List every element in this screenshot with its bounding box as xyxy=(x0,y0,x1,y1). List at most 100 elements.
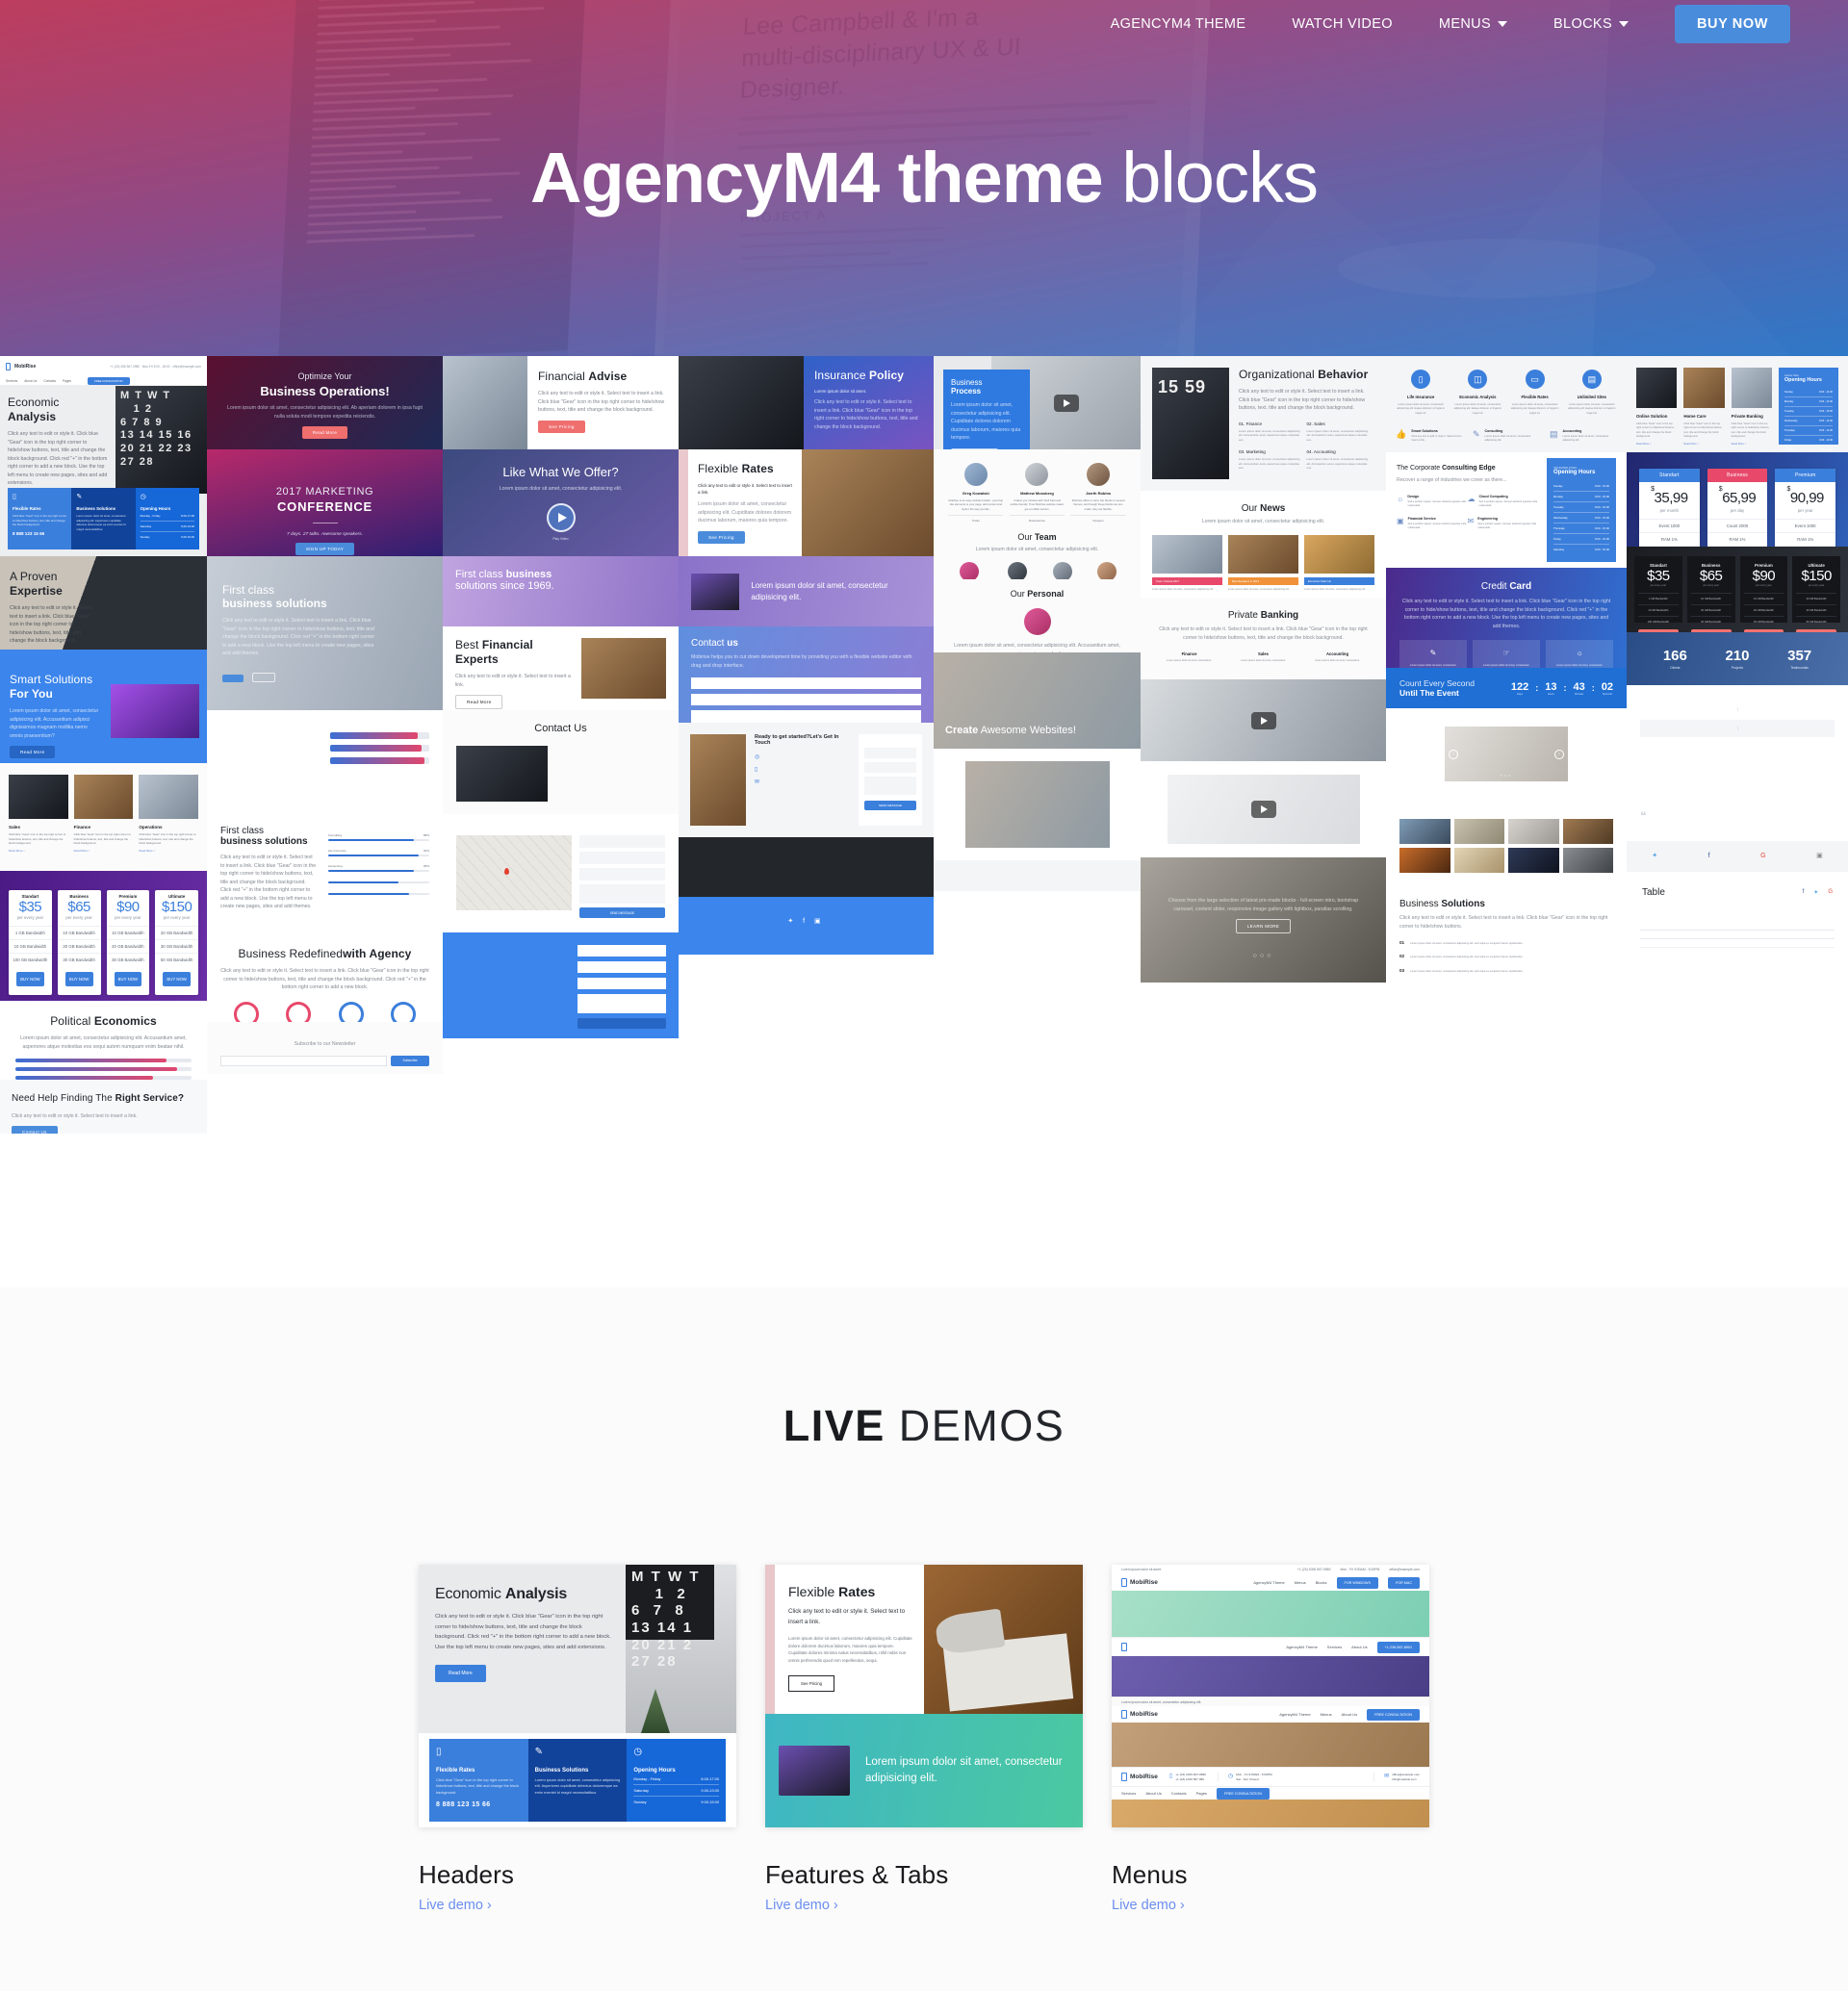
phone-input[interactable] xyxy=(579,852,665,864)
mosaic-tile-quote[interactable]: ❝ xyxy=(1627,801,1848,841)
mosaic-tile-credit-card[interactable]: Credit Card Click any text to edit or st… xyxy=(1386,568,1627,668)
google-icon[interactable]: G xyxy=(1828,889,1833,896)
name-input[interactable] xyxy=(864,748,916,758)
tile-button[interactable]: Read More xyxy=(301,426,348,440)
mosaic-tile-footer-blue[interactable]: ✦ f ▣ xyxy=(679,897,934,955)
service-card[interactable]: Online Solution Click blue "Gear" icon in… xyxy=(1636,368,1678,446)
feature-block-business-solutions[interactable]: ✎ Business Solutions Lorem ipsum dolor s… xyxy=(527,1739,628,1822)
mosaic-tile-organizational-behavior[interactable]: 15 59 Organizational Behavior Click any … xyxy=(1141,356,1386,491)
facebook-icon[interactable]: f xyxy=(1803,889,1805,896)
mosaic-tile-smart-solutions[interactable]: Smart Solutions For You Lorem ipsum dolor… xyxy=(0,650,207,763)
brand-logo[interactable]: MobiRise xyxy=(1121,1710,1158,1719)
message-input[interactable] xyxy=(579,884,665,904)
mosaic-tile-office-video[interactable] xyxy=(1141,679,1386,761)
mosaic-tile-four-icon-features[interactable]: ▯ Life Insurance Lorem ipsum dolor sit ame… xyxy=(1386,356,1627,452)
demo-card-live-demo-link[interactable]: Live demo › xyxy=(1112,1898,1185,1913)
table-header[interactable] xyxy=(1689,931,1738,939)
mosaic-tile-private-banking[interactable]: Private Banking Click any text to edit o… xyxy=(1141,599,1386,679)
email-input[interactable] xyxy=(578,961,666,973)
nav-item-agencym4-theme[interactable]: AGENCYM4 THEME xyxy=(1111,16,1246,32)
mosaic-tile-our-personal[interactable]: Our Personal Lorem ipsum dolor sit amet,… xyxy=(934,579,1141,652)
mosaic-tile-fullscreen-slider[interactable]: Choose from the large selection of lates… xyxy=(1141,857,1386,983)
mosaic-tile-first-class-solutions[interactable] xyxy=(207,710,443,812)
menu-variant-2[interactable]: AgencyM4 Theme Services About Us +1-236-… xyxy=(1112,1637,1429,1697)
mosaic-tile-countdown[interactable]: Count Every Second Until The Event 122 Da… xyxy=(1386,668,1627,708)
mosaic-tile-smart-solutions-form[interactable]: Contact us Mobirise helps you to cut dow… xyxy=(679,626,934,723)
mosaic-tile-marketing-conference[interactable]: 2017 MARKETING CONFERENCE 7 days. 27 tal… xyxy=(207,449,443,556)
menu-link[interactable]: AgencyM4 Theme xyxy=(1286,1645,1317,1649)
news-card[interactable]: Best Speakers in 2012 Lorem ipsum dolor s… xyxy=(1228,534,1298,592)
mosaic-tile-tabs-and-media[interactable]: Contact Us xyxy=(443,710,679,814)
email-input[interactable] xyxy=(220,1055,387,1066)
menu-variant-4[interactable]: MobiRise ▯ +1 (23) 1006-507-0890 +1 (23) 1… xyxy=(1112,1767,1429,1827)
tile-button[interactable]: Read More xyxy=(455,695,503,710)
mosaic-tile-table[interactable] xyxy=(1627,912,1848,997)
thumb-see-pricing-button[interactable]: See Pricing xyxy=(788,1674,834,1692)
mosaic-tile-business-solutions-numbered[interactable] xyxy=(1627,685,1848,801)
dark-plan[interactable]: Ultimate $150 per every year 20 GB Bandwidt… xyxy=(1792,556,1840,632)
for-mac-button[interactable]: FOR MAC xyxy=(1387,1576,1420,1589)
slider-prev-icon[interactable]: ‹ xyxy=(1449,749,1458,759)
card-link[interactable]: Read More > xyxy=(9,849,68,853)
mosaic-tile-create-awesome-1[interactable]: Create Awesome Websites! xyxy=(934,652,1141,749)
gallery-item[interactable] xyxy=(1562,819,1613,844)
free-consultation-button[interactable]: FREE CONSULTATION xyxy=(1216,1787,1270,1800)
mosaic-tile-footer-mobirise[interactable] xyxy=(934,860,1141,891)
menu-link[interactable]: Menus xyxy=(1321,1712,1332,1717)
mosaic-tile-pricing-3col[interactable]: Standart $35,99 per month Event 1000 RAM… xyxy=(1627,452,1848,547)
name-input[interactable] xyxy=(691,677,921,690)
demo-thumbnail-headers[interactable]: Economic Analysis Click any text to edit… xyxy=(419,1565,736,1827)
social-item-instagram[interactable]: ▣ xyxy=(1816,852,1823,861)
mosaic-tile-business-redefined-bars[interactable]: First class business solutions Click any… xyxy=(207,812,443,935)
mosaic-nav-link[interactable]: Contacts xyxy=(43,379,56,383)
menu-link[interactable]: Services xyxy=(1327,1645,1342,1649)
feature-block-opening-hours[interactable]: ◷ Opening Hours Monday - Friday 8.00-17.0… xyxy=(627,1739,727,1822)
free-consultation-button[interactable]: FREE CONSULTATION xyxy=(1367,1708,1420,1721)
send-message-button[interactable]: SEND MESSAGE xyxy=(579,907,665,918)
mosaic-tile-economic-analysis[interactable]: MobiRise +1 (23) 456 567-0980 Mon-Fri 9:… xyxy=(0,356,207,556)
service-card[interactable]: Home Care Click blue "Gear" icon in the t… xyxy=(1683,368,1725,446)
menu-link[interactable]: Contacts xyxy=(1171,1791,1187,1796)
card-link[interactable]: Read More > xyxy=(139,849,198,853)
buy-now-button[interactable]: BUY NOW xyxy=(1674,4,1790,43)
message-input[interactable] xyxy=(864,777,916,795)
plan-button[interactable]: BUY NOW xyxy=(64,972,93,986)
mosaic-tile-business-redefined[interactable]: First class business solutions Click any… xyxy=(207,556,443,710)
play-button[interactable] xyxy=(1250,711,1276,729)
news-card[interactable]: Team Outlook 2017 Lorem ipsum dolor sit a… xyxy=(1152,534,1222,592)
name-input[interactable] xyxy=(578,945,666,957)
mosaic-nav-link[interactable]: Services xyxy=(6,379,17,383)
tile-button-primary[interactable] xyxy=(222,674,244,682)
gallery-item[interactable] xyxy=(1508,848,1559,873)
slider-dots[interactable]: ○○○ xyxy=(1160,953,1367,959)
table-header[interactable] xyxy=(1786,931,1835,939)
mosaic-tile-business-operations[interactable]: Optimize Your Business Operations! Lorem… xyxy=(207,356,443,449)
brand-logo[interactable] xyxy=(1121,1643,1127,1651)
mosaic-tile-subscribe-form[interactable]: Subscribe to our Newsletter Subscribe xyxy=(207,1022,443,1074)
social-item-facebook[interactable]: f xyxy=(1708,853,1710,861)
mosaic-tile-business-process[interactable]: Business Process Lorem ipsum dolor sit a… xyxy=(934,356,1141,449)
twitter-icon[interactable]: ✦ xyxy=(1813,889,1818,896)
gallery-item[interactable] xyxy=(1399,819,1450,844)
slider-dots[interactable]: ○○○ xyxy=(1500,773,1512,778)
mosaic-tile-sales-finance-operations[interactable]: Sales Click blue "Gear" icon in the top … xyxy=(0,763,207,871)
mosaic-tile-flexible-plans[interactable]: Business Solutions Click any text to edi… xyxy=(1386,886,1627,1001)
plan-button[interactable]: BUY NOW xyxy=(114,972,142,986)
social-icons[interactable]: ✦ f ▣ xyxy=(690,917,922,925)
brand-logo[interactable]: MobiRise xyxy=(1121,1578,1158,1587)
tile-button[interactable]: Contact Us xyxy=(12,1126,58,1134)
menu-link[interactable]: Pages xyxy=(1196,1791,1207,1796)
email-input[interactable] xyxy=(864,762,916,773)
mosaic-tile-create-awesome-2[interactable] xyxy=(934,749,1141,860)
mosaic-tile-financial-advise[interactable]: Financial Advise Click any text to edit … xyxy=(443,356,679,449)
menu-link[interactable]: Blocks xyxy=(1316,1580,1327,1585)
mosaic-tile-pricing-dark[interactable]: Standart $35 per every year 1 GB Bandwidth 1… xyxy=(1627,547,1848,632)
mosaic-tile-footer-dark[interactable] xyxy=(679,837,934,897)
send-message-button[interactable] xyxy=(578,1018,666,1029)
gallery-item[interactable] xyxy=(1562,848,1613,873)
mosaic-tile-lets-get-in-touch[interactable] xyxy=(443,932,679,1038)
message-input[interactable] xyxy=(691,710,921,723)
social-item-google[interactable]: G xyxy=(1760,853,1765,861)
nav-item-watch-video[interactable]: WATCH VIDEO xyxy=(1292,16,1393,32)
table-header[interactable] xyxy=(1640,931,1689,939)
